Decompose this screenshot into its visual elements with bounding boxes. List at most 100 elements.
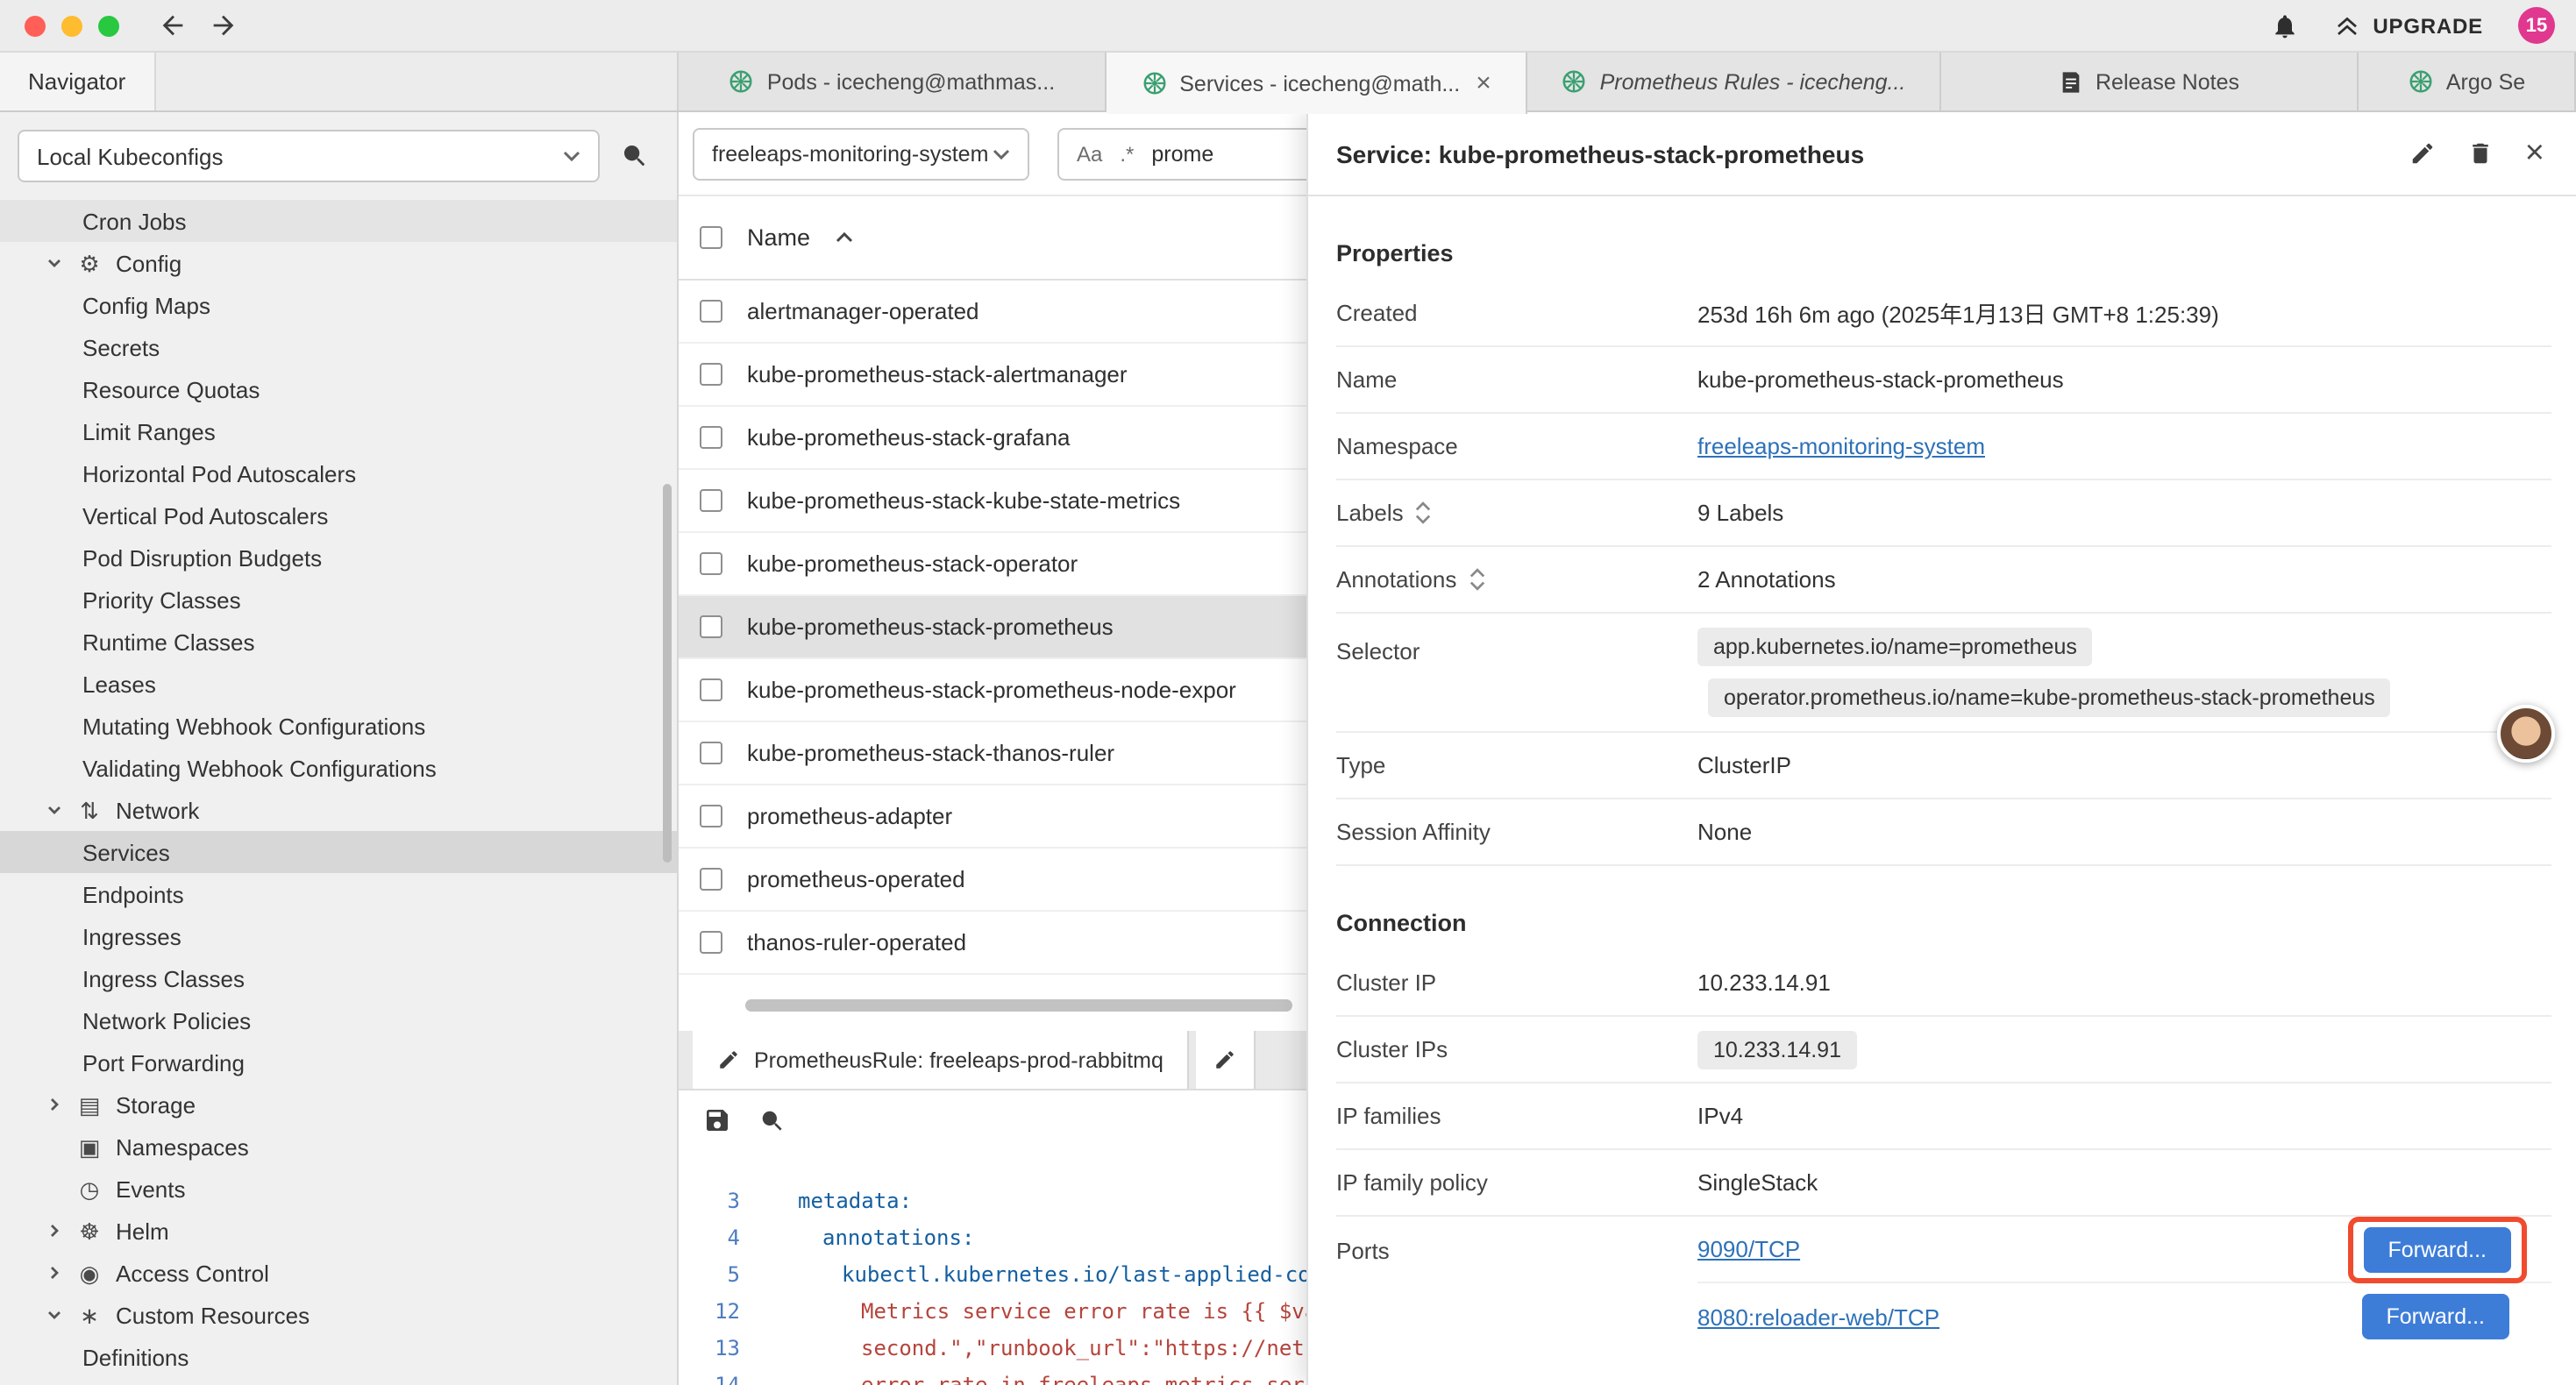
row-checkbox[interactable]	[700, 868, 722, 891]
code-line: metadata:	[758, 1188, 912, 1212]
namespace-link[interactable]: freeleaps-monitoring-system	[1697, 433, 1985, 459]
sidebar-item-runtime-classes[interactable]: Runtime Classes	[0, 621, 677, 663]
sidebar-item-config-maps[interactable]: Config Maps	[0, 284, 677, 326]
tab-release-notes[interactable]: Release Notes	[1941, 53, 2359, 110]
expand-collapse-icon[interactable]	[1469, 568, 1484, 591]
namespace-filter-select[interactable]: freeleaps-monitoring-system	[693, 127, 1029, 180]
property-row-ip-families: IP families IPv4	[1336, 1083, 2551, 1150]
port-link-8080[interactable]: 8080:reloader-web/TCP	[1697, 1303, 1939, 1330]
sidebar-item-vertical-pod-autoscalers[interactable]: Vertical Pod Autoscalers	[0, 494, 677, 536]
sidebar-item-port-forwarding[interactable]: Port Forwarding	[0, 1041, 677, 1083]
row-checkbox[interactable]	[700, 615, 722, 638]
sidebar-item-secrets[interactable]: Secrets	[0, 326, 677, 368]
sidebar-item-limit-ranges[interactable]: Limit Ranges	[0, 410, 677, 452]
sidebar-item-endpoints[interactable]: Endpoints	[0, 873, 677, 915]
name-column-header[interactable]: Name	[747, 224, 810, 251]
save-icon[interactable]	[703, 1106, 731, 1134]
horizontal-scrollbar[interactable]	[745, 999, 1292, 1012]
match-case-toggle[interactable]: Aa	[1077, 141, 1102, 166]
kubeconfig-selector[interactable]: Local Kubeconfigs	[18, 130, 600, 182]
navigator-tab[interactable]: Navigator	[0, 53, 155, 110]
back-arrow-icon[interactable]	[158, 11, 188, 40]
sidebar-item-ingresses[interactable]: Ingresses	[0, 915, 677, 957]
forward-button[interactable]: Forward...	[2361, 1294, 2509, 1339]
property-label: Cluster IPs	[1336, 1036, 1697, 1062]
notifications-bell-icon[interactable]	[2271, 11, 2299, 39]
navigator-sidebar: Local Kubeconfigs Cron Jobs ⚙ Config Con…	[0, 112, 679, 1385]
sidebar-group-network[interactable]: ⇅ Network	[0, 789, 677, 831]
regex-toggle[interactable]: .*	[1120, 141, 1134, 166]
row-checkbox[interactable]	[700, 363, 722, 386]
sort-ascending-icon[interactable]	[835, 231, 854, 244]
row-checkbox[interactable]	[700, 805, 722, 827]
minimize-window-button[interactable]	[61, 15, 82, 36]
property-value: ClusterIP	[1697, 752, 1791, 778]
sidebar-item-mutating-webhook-configurations[interactable]: Mutating Webhook Configurations	[0, 705, 677, 747]
sidebar-item-priority-classes[interactable]: Priority Classes	[0, 579, 677, 621]
sidebar-item-services[interactable]: Services	[0, 831, 677, 873]
dock-tab-partial[interactable]	[1197, 1031, 1256, 1089]
property-row-ports: Ports 9090/TCP Forward... 8080:reloader-…	[1336, 1217, 2551, 1350]
sidebar-group-custom-resources[interactable]: ∗ Custom Resources	[0, 1294, 677, 1336]
network-arrows-icon: ⇅	[75, 799, 103, 821]
row-checkbox[interactable]	[700, 552, 722, 575]
close-tab-icon[interactable]: ×	[1476, 70, 1491, 96]
select-all-checkbox[interactable]	[700, 226, 722, 249]
sidebar-group-config[interactable]: ⚙ Config	[0, 242, 677, 284]
sidebar-item-definitions[interactable]: Definitions	[0, 1336, 677, 1378]
tab-pods[interactable]: Pods - icecheng@mathmas...	[679, 53, 1107, 110]
tab-label: Pods - icecheng@mathmas...	[767, 69, 1055, 94]
property-value: 2 Annotations	[1697, 566, 1836, 593]
sidebar-item-leases[interactable]: Leases	[0, 663, 677, 705]
sidebar-scrollbar[interactable]	[663, 484, 672, 863]
sidebar-item-cron-jobs[interactable]: Cron Jobs	[0, 200, 677, 242]
navigator-tree: Cron Jobs ⚙ Config Config Maps Secrets R…	[0, 200, 677, 1378]
sidebar-item-resource-quotas[interactable]: Resource Quotas	[0, 368, 677, 410]
property-label: Type	[1336, 752, 1697, 778]
close-panel-icon[interactable]: ×	[2525, 134, 2544, 173]
forward-button[interactable]: Forward...	[2363, 1226, 2511, 1272]
sidebar-item-network-policies[interactable]: Network Policies	[0, 999, 677, 1041]
config-gear-icon: ⚙	[75, 252, 103, 274]
sidebar-item-namespaces[interactable]: ▣ Namespaces	[0, 1126, 677, 1168]
property-row-type: Type ClusterIP	[1336, 733, 2551, 799]
property-label: Session Affinity	[1336, 819, 1697, 845]
delete-trash-icon[interactable]	[2467, 140, 2494, 167]
sidebar-item-ingress-classes[interactable]: Ingress Classes	[0, 957, 677, 999]
zoom-window-button[interactable]	[98, 15, 119, 36]
tab-strip: Navigator Pods - icecheng@mathmas... Ser…	[0, 53, 2576, 112]
navigator-label: Navigator	[28, 68, 125, 95]
user-avatar[interactable]	[2497, 705, 2555, 763]
helm-wheel-icon: ☸	[75, 1219, 103, 1242]
property-value: SingleStack	[1697, 1169, 1818, 1196]
row-checkbox[interactable]	[700, 426, 722, 449]
sidebar-item-events[interactable]: ◷ Events	[0, 1168, 677, 1210]
row-checkbox[interactable]	[700, 742, 722, 764]
row-checkbox[interactable]	[700, 931, 722, 954]
expand-collapse-icon[interactable]	[1416, 501, 1432, 524]
sidebar-group-access-control[interactable]: ◉ Access Control	[0, 1252, 677, 1294]
property-value: kube-prometheus-stack-prometheus	[1697, 366, 2064, 393]
search-icon[interactable]	[621, 142, 649, 170]
close-window-button[interactable]	[25, 15, 46, 36]
row-checkbox[interactable]	[700, 489, 722, 512]
forward-arrow-icon[interactable]	[209, 11, 238, 40]
port-link-9090[interactable]: 9090/TCP	[1697, 1236, 1800, 1262]
chevron-right-icon	[46, 1264, 63, 1282]
sidebar-group-storage[interactable]: ▤ Storage	[0, 1083, 677, 1126]
sidebar-item-validating-webhook-configurations[interactable]: Validating Webhook Configurations	[0, 747, 677, 789]
edit-pencil-icon[interactable]	[2409, 140, 2436, 167]
tab-services[interactable]: Services - icecheng@math... ×	[1107, 53, 1527, 114]
tab-prometheus-rules[interactable]: Prometheus Rules - icecheng...	[1527, 53, 1941, 110]
upgrade-button[interactable]: UPGRADE	[2334, 12, 2483, 39]
namespace-filter-value: freeleaps-monitoring-system	[712, 141, 988, 166]
sidebar-item-pod-disruption-budgets[interactable]: Pod Disruption Budgets	[0, 536, 677, 579]
dock-tab-prometheusrule[interactable]: PrometheusRule: freeleaps-prod-rabbitmq	[693, 1031, 1190, 1089]
tab-argo[interactable]: Argo Se	[2359, 53, 2576, 110]
notification-count-badge[interactable]: 15	[2518, 7, 2555, 44]
row-checkbox[interactable]	[700, 678, 722, 701]
sidebar-item-horizontal-pod-autoscalers[interactable]: Horizontal Pod Autoscalers	[0, 452, 677, 494]
sidebar-group-helm[interactable]: ☸ Helm	[0, 1210, 677, 1252]
row-checkbox[interactable]	[700, 300, 722, 323]
editor-search-icon[interactable]	[759, 1107, 786, 1133]
